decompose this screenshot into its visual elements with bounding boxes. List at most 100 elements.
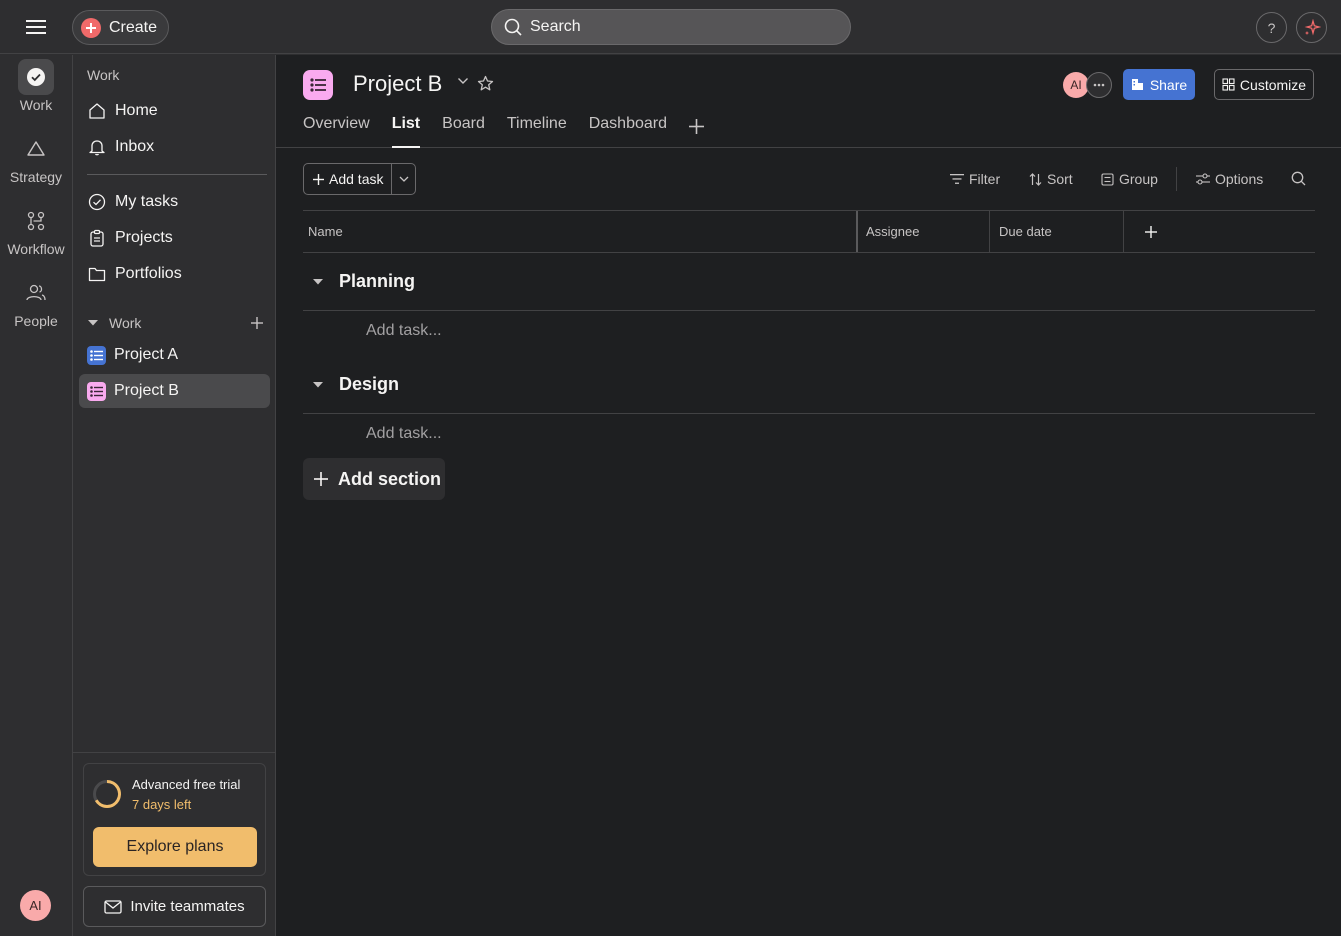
sidebar-item-label: Inbox bbox=[115, 138, 155, 155]
add-task-button[interactable]: Add task bbox=[304, 164, 392, 194]
add-section-label: Add section bbox=[338, 468, 442, 489]
plus-icon bbox=[314, 472, 328, 486]
sidebar-item-label: Projects bbox=[115, 229, 173, 246]
tab-timeline[interactable]: Timeline bbox=[507, 115, 567, 148]
project-list-icon[interactable] bbox=[303, 70, 333, 100]
menu-toggle-icon[interactable] bbox=[22, 14, 50, 40]
chevron-down-icon[interactable] bbox=[303, 381, 333, 389]
chevron-down-icon[interactable] bbox=[303, 278, 333, 286]
explore-plans-button[interactable]: Explore plans bbox=[93, 827, 257, 867]
search-icon bbox=[504, 18, 522, 36]
check-circle-icon bbox=[87, 192, 107, 212]
left-rail: Work Strategy Workflow People AI bbox=[0, 55, 72, 936]
rail-item-people[interactable]: People bbox=[0, 275, 72, 329]
group-icon bbox=[1101, 172, 1114, 186]
add-project-plus-icon[interactable] bbox=[247, 313, 267, 333]
ai-sparkle-button[interactable] bbox=[1296, 12, 1327, 43]
share-label: Share bbox=[1149, 76, 1188, 93]
tab-list[interactable]: List bbox=[391, 115, 421, 148]
project-tabs: Overview List Board Timeline Dashboard bbox=[303, 115, 704, 148]
main-content: Project B AI Share Customize Overview Li… bbox=[276, 55, 1341, 936]
add-task-label: Add task bbox=[329, 171, 384, 187]
filter-button[interactable]: Filter bbox=[950, 171, 1000, 187]
list-search-button[interactable] bbox=[1291, 171, 1306, 186]
customize-button[interactable]: Customize bbox=[1214, 69, 1314, 100]
sidebar-item-home[interactable]: Home bbox=[79, 94, 270, 128]
team-header[interactable]: Work bbox=[87, 313, 267, 333]
triangle-icon bbox=[18, 131, 54, 167]
clipboard-icon bbox=[87, 228, 107, 248]
search-placeholder: Search bbox=[530, 18, 581, 35]
sidebar-item-label: My tasks bbox=[115, 193, 179, 210]
chevron-down-icon[interactable] bbox=[457, 77, 469, 85]
rail-label: Work bbox=[19, 97, 53, 113]
home-icon bbox=[87, 101, 107, 121]
add-column-plus-icon[interactable] bbox=[1141, 222, 1161, 242]
sidebar-item-label: Portfolios bbox=[115, 265, 182, 282]
sliders-icon bbox=[1196, 173, 1210, 185]
column-label: Name bbox=[308, 224, 343, 239]
rail-item-work[interactable]: Work bbox=[0, 59, 72, 113]
column-label: Assignee bbox=[866, 224, 920, 239]
sidebar-item-my-tasks[interactable]: My tasks bbox=[79, 185, 270, 219]
sidebar-item-inbox[interactable]: Inbox bbox=[79, 130, 270, 164]
rail-label: Workflow bbox=[7, 241, 65, 257]
column-divider bbox=[1123, 211, 1124, 252]
sidebar-divider bbox=[87, 174, 267, 175]
section-header[interactable]: Planning bbox=[303, 253, 1315, 311]
folder-icon bbox=[87, 264, 107, 284]
rail-item-strategy[interactable]: Strategy bbox=[0, 131, 72, 185]
invite-teammates-button[interactable]: Invite teammates bbox=[83, 886, 266, 927]
ellipsis-icon bbox=[1093, 83, 1105, 87]
sidebar-item-project-a[interactable]: Project A bbox=[79, 338, 270, 372]
column-divider bbox=[989, 211, 990, 252]
column-label: Due date bbox=[999, 224, 1052, 239]
column-assignee[interactable]: Assignee bbox=[861, 211, 989, 252]
chevron-down-icon bbox=[87, 319, 99, 327]
trial-progress-ring bbox=[93, 780, 121, 808]
sidebar: Work Home Inbox My tasks Projects Portfo… bbox=[72, 55, 276, 936]
chevron-down-icon bbox=[399, 176, 408, 182]
plus-icon bbox=[313, 173, 324, 185]
create-label: Create bbox=[109, 18, 158, 36]
options-label: Options bbox=[1215, 171, 1264, 187]
column-name[interactable]: Name bbox=[303, 211, 856, 252]
section-title[interactable]: Planning bbox=[339, 271, 415, 292]
section-title[interactable]: Design bbox=[339, 374, 399, 395]
column-due-date[interactable]: Due date bbox=[994, 211, 1122, 252]
add-tab-plus-icon[interactable] bbox=[689, 116, 704, 136]
sidebar-item-projects[interactable]: Projects bbox=[79, 221, 270, 255]
group-button[interactable]: Group bbox=[1101, 171, 1158, 187]
tab-overview[interactable]: Overview bbox=[303, 115, 370, 148]
people-icon bbox=[18, 275, 54, 311]
column-divider[interactable] bbox=[856, 211, 858, 252]
star-icon[interactable] bbox=[477, 75, 494, 92]
add-section-button[interactable]: Add section bbox=[303, 458, 445, 500]
help-button[interactable]: ? bbox=[1256, 12, 1287, 43]
create-button[interactable]: Create bbox=[72, 10, 169, 45]
search-input[interactable]: Search bbox=[491, 9, 851, 45]
add-task-inline[interactable]: Add task... bbox=[366, 425, 442, 443]
section-header[interactable]: Design bbox=[303, 356, 1315, 414]
rail-label: Strategy bbox=[9, 169, 63, 185]
filter-label: Filter bbox=[969, 171, 1001, 187]
share-button[interactable]: Share bbox=[1123, 69, 1195, 100]
options-button[interactable]: Options bbox=[1196, 171, 1263, 187]
sidebar-item-portfolios[interactable]: Portfolios bbox=[79, 257, 270, 291]
tab-board[interactable]: Board bbox=[442, 115, 485, 148]
rail-item-workflow[interactable]: Workflow bbox=[0, 203, 72, 257]
invite-label: Invite teammates bbox=[130, 898, 245, 915]
project-title: Project B bbox=[353, 71, 443, 96]
list-toolbar: Add task Filter Sort Group Options bbox=[276, 149, 1341, 211]
add-task-inline[interactable]: Add task... bbox=[366, 322, 442, 340]
tab-dashboard[interactable]: Dashboard bbox=[589, 115, 667, 148]
more-members-button[interactable] bbox=[1086, 72, 1112, 98]
sort-button[interactable]: Sort bbox=[1029, 171, 1073, 187]
rail-label: People bbox=[14, 313, 58, 329]
trial-title: Advanced free trial bbox=[132, 777, 241, 792]
avatar[interactable]: AI bbox=[20, 890, 51, 921]
add-task-dropdown[interactable] bbox=[392, 164, 415, 194]
list-icon bbox=[87, 345, 106, 365]
sidebar-item-project-b[interactable]: Project B bbox=[79, 374, 270, 408]
top-bar: Create Search ? bbox=[0, 0, 1341, 54]
